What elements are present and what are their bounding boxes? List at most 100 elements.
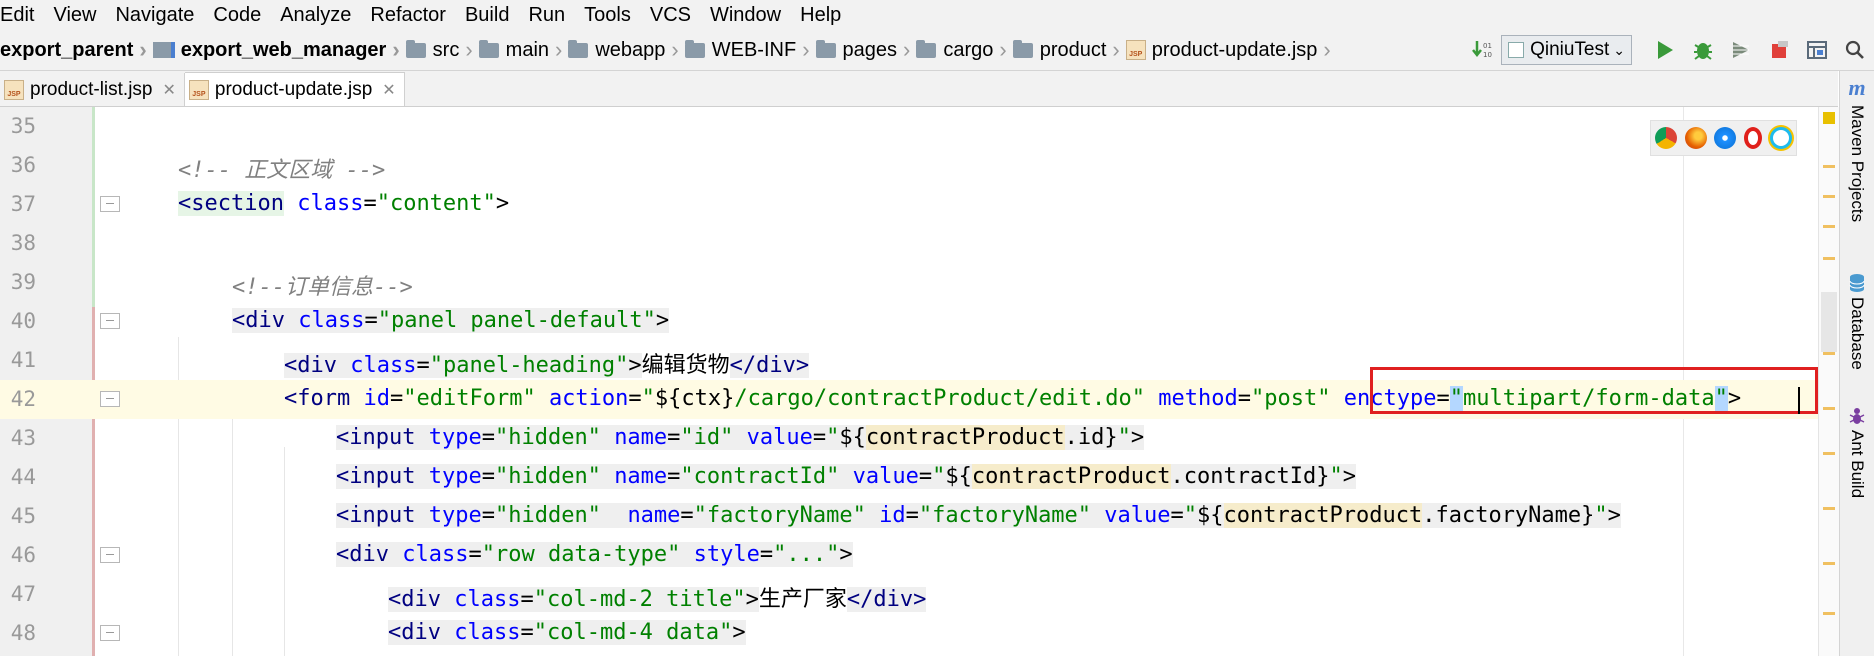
breadcrumb-export-web-manager[interactable]: export_web_manager ›	[152, 37, 406, 63]
tool-ant-build[interactable]: Ant Build	[1844, 406, 1870, 498]
breadcrumb-web-inf[interactable]: WEB-INF ›	[684, 37, 816, 63]
line-number: 38	[10, 231, 36, 255]
line-number: 46	[10, 543, 36, 567]
menu-vcs[interactable]: VCS	[650, 4, 691, 27]
fold-marker-icon[interactable]	[100, 547, 120, 563]
line-number: 35	[10, 114, 36, 138]
run-configuration-select[interactable]: QiniuTest ⌄	[1501, 35, 1632, 65]
code-line: 46 <div class="row data-type" style="...…	[0, 536, 1838, 575]
stop-icon[interactable]	[1768, 39, 1790, 61]
code-line: 39 <!--订单信息-->	[0, 263, 1838, 302]
stripe-marker[interactable]	[1823, 612, 1835, 615]
code-editor[interactable]: 35 36 <!-- 正文区域 --> 37 <section class="c…	[0, 107, 1838, 656]
code-line: 44 <input type="hidden" name="contractId…	[0, 458, 1838, 497]
menu-edit[interactable]: Edit	[0, 4, 34, 27]
menu-run[interactable]: Run	[528, 4, 565, 27]
stripe-marker[interactable]	[1823, 407, 1835, 410]
stripe-marker[interactable]	[1823, 195, 1835, 198]
breadcrumb-product-update-jsp[interactable]: JSP product-update.jsp ›	[1125, 37, 1337, 63]
chevron-right-icon: ›	[802, 37, 810, 62]
folder-icon	[1012, 39, 1033, 58]
tab-product-list[interactable]: JSP product-list.jsp ✕	[0, 73, 185, 106]
maven-icon: m	[1848, 75, 1866, 100]
debug-icon[interactable]	[1692, 39, 1714, 61]
menu-view[interactable]: View	[53, 4, 96, 27]
stripe-marker[interactable]	[1823, 452, 1835, 455]
line-number: 45	[10, 504, 36, 528]
breadcrumb-webapp[interactable]: webapp ›	[568, 37, 684, 63]
run-icon[interactable]	[1654, 39, 1676, 61]
code-text: <section class="content">	[178, 191, 510, 216]
fold-marker-icon[interactable]	[100, 625, 120, 641]
tool-maven-projects[interactable]: m Maven Projects	[1844, 75, 1870, 222]
breadcrumb-pages[interactable]: pages ›	[815, 37, 917, 63]
menu-refactor[interactable]: Refactor	[370, 4, 446, 27]
chevron-down-icon: ⌄	[1613, 41, 1625, 58]
module-icon	[152, 42, 175, 58]
project-structure-icon[interactable]	[1806, 39, 1828, 61]
folder-icon	[684, 39, 705, 58]
chevron-right-icon: ›	[1112, 37, 1120, 62]
vcs-update-icon[interactable]: 01 10	[1471, 39, 1493, 61]
breadcrumb-label: product	[1039, 38, 1107, 61]
tool-database[interactable]: Database	[1844, 273, 1870, 370]
stripe-marker[interactable]	[1823, 352, 1835, 355]
code-line: 37 <section class="content">	[0, 185, 1838, 224]
menu-tools[interactable]: Tools	[584, 4, 631, 27]
breadcrumb-label: WEB-INF	[711, 38, 797, 61]
internet-explorer-icon[interactable]	[1770, 127, 1793, 149]
code-text: <!-- 正文区域 -->	[178, 158, 386, 183]
menu-help[interactable]: Help	[800, 4, 841, 27]
fold-marker-icon[interactable]	[100, 391, 120, 407]
safari-icon[interactable]	[1714, 127, 1737, 149]
code-text: <div class="col-md-2 title">生产厂家</div>	[388, 587, 927, 612]
folder-icon	[478, 39, 499, 58]
fold-marker-icon[interactable]	[100, 196, 120, 212]
menu-build[interactable]: Build	[465, 4, 509, 27]
tab-label: product-update.jsp	[214, 78, 373, 100]
analysis-status-icon[interactable]	[1823, 112, 1835, 124]
stripe-marker[interactable]	[1823, 507, 1835, 510]
tab-product-update[interactable]: JSP product-update.jsp ✕	[184, 72, 405, 106]
code-line: 35	[0, 107, 1838, 146]
chevron-right-icon: ›	[1323, 37, 1331, 62]
breadcrumb-cargo[interactable]: cargo ›	[916, 37, 1012, 63]
code-line: 40 <div class="panel panel-default">	[0, 302, 1838, 341]
text-cursor	[1798, 387, 1800, 414]
stripe-marker[interactable]	[1823, 257, 1835, 260]
menu-navigate[interactable]: Navigate	[115, 4, 194, 27]
coverage-icon[interactable]	[1730, 39, 1752, 61]
code-line: 36 <!-- 正文区域 -->	[0, 146, 1838, 185]
menu-window[interactable]: Window	[710, 4, 781, 27]
scroll-thumb[interactable]	[1821, 292, 1837, 352]
code-text: <input type="hidden" name="id" value="${…	[336, 425, 1145, 450]
search-icon[interactable]	[1844, 39, 1866, 61]
stripe-marker[interactable]	[1823, 225, 1835, 228]
chevron-right-icon: ›	[555, 37, 563, 62]
jsp-file-icon: JSP	[188, 79, 209, 100]
close-icon[interactable]: ✕	[163, 80, 176, 100]
menu-code[interactable]: Code	[213, 4, 261, 27]
fold-marker-icon[interactable]	[100, 313, 120, 329]
stripe-marker[interactable]	[1823, 165, 1835, 168]
chevron-right-icon: ›	[903, 37, 911, 62]
chrome-icon[interactable]	[1654, 127, 1677, 149]
code-line: 43 <input type="hidden" name="id" value=…	[0, 419, 1838, 458]
menu-analyze[interactable]: Analyze	[280, 4, 351, 27]
breadcrumb-product[interactable]: product ›	[1012, 37, 1126, 63]
breadcrumb-label: cargo	[943, 38, 994, 61]
stripe-marker[interactable]	[1823, 562, 1835, 565]
code-text: <div class="panel-heading">编辑货物</div>	[284, 353, 810, 378]
breadcrumb-src[interactable]: src ›	[405, 37, 479, 63]
jsp-file-icon: JSP	[1125, 40, 1146, 60]
breadcrumb-main[interactable]: main ›	[478, 37, 569, 63]
code-text: <div class="panel panel-default">	[232, 308, 670, 333]
firefox-icon[interactable]	[1684, 127, 1707, 149]
error-stripe[interactable]	[1818, 107, 1839, 656]
close-icon[interactable]: ✕	[382, 80, 395, 100]
breadcrumb-export-parent[interactable]: export_parent ›	[0, 37, 153, 63]
code-line: 45 <input type="hidden" name="factoryNam…	[0, 497, 1838, 536]
code-line: 38	[0, 224, 1838, 263]
code-text: <div class="row data-type" style="...">	[336, 542, 853, 567]
opera-icon[interactable]	[1744, 127, 1763, 149]
